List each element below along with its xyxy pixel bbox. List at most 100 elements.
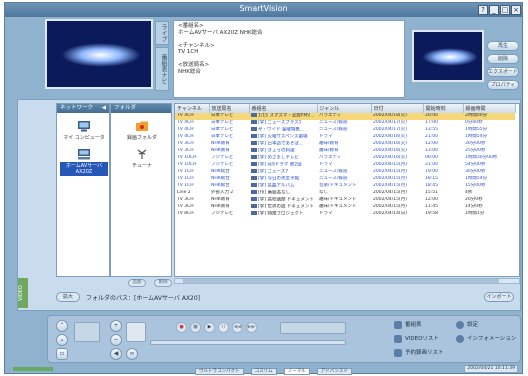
folder-item-tuner[interactable]: チューナ (118, 148, 166, 170)
menu-information[interactable]: インフォメーション (456, 334, 516, 343)
table-row[interactable]: TV 4CH 日本テレビ [字] 火曜サスペンス劇場 ドラマ 2002/04/16(火)… (175, 134, 515, 141)
table-cell: TV 3CH (177, 204, 194, 210)
volume-up-button[interactable]: + (110, 320, 122, 332)
thumbnail-icon (251, 190, 257, 194)
table-row[interactable]: TV 3CH NHK教育 [字] 日本語であそぼ… 趣味/教育 2002/04/16(火… (175, 141, 515, 148)
minimize-button[interactable]: _ (489, 5, 499, 15)
title-bar[interactable]: SmartVision ? _ □ × (5, 3, 522, 17)
table-cell: 0分00秒 (465, 120, 483, 126)
pause-button[interactable]: II (218, 322, 229, 333)
folder-item-recording[interactable]: 録画フォルダ (118, 120, 166, 142)
menu-label: 番組表 (405, 322, 422, 328)
close-button[interactable]: × (511, 5, 521, 15)
column-header-start-time[interactable]: 開始時刻 (423, 104, 464, 113)
table-cell: 1時間54分 (465, 176, 488, 182)
table-row[interactable]: TV 10CH フジテレビ [字] めざましテレビ バラエティ 2002/04/16(火… (175, 155, 515, 162)
table-row[interactable]: TV 4CH 日本テレビ [字] ニュースプラス1 ニュース/報道 2002/04/17… (175, 120, 515, 127)
remove-folder-button[interactable]: 削除 (154, 279, 173, 287)
mute-button[interactable]: ◀ (110, 348, 122, 360)
channel-down-button[interactable]: ⌄ (56, 334, 68, 346)
table-cell: 54分00秒 (465, 162, 486, 168)
column-header-date[interactable]: 日付 (371, 104, 424, 113)
table-cell: ザ・ワイド 金曜特集… (249, 127, 317, 134)
export-button[interactable]: エクスポート (487, 67, 519, 77)
table-row[interactable]: TV 4CH 日本テレビ ザ・ワイド 金曜特集… ニュース/報道 2002/04/17(… (175, 127, 515, 134)
folder-icon (136, 121, 148, 131)
program-title: [字] 今日の天気予報 (258, 176, 299, 182)
properties-button[interactable]: プロパティ (487, 80, 519, 90)
column-header-station[interactable]: 放送局名 (209, 104, 250, 113)
table-cell: [字] 月9ドラマ 第2話 (249, 162, 317, 169)
table-cell: 2002/04/16(火) (373, 155, 407, 161)
column-header-program[interactable]: 番組名 (249, 104, 318, 113)
add-folder-button[interactable]: 追加 (128, 279, 146, 287)
column-header-duration[interactable]: 録画時間 (463, 104, 516, 113)
table-cell: 1時間30分00秒 (465, 155, 498, 161)
table-row[interactable]: Line 2 外部入力 2 [Hi] 番組名なし なし 2002/04/15(月) 15:… (175, 190, 515, 197)
rewind-button[interactable]: ◀◀ (232, 322, 243, 333)
video-browser: VIDEO ネットワーク ◀ マイ コンピュータ ホームAVサーバ AX20Z … (17, 99, 521, 311)
table-cell: ドラマ (319, 211, 333, 217)
network-item-av-server[interactable]: ホームAVサーバ AX20Z (60, 148, 108, 176)
table-row[interactable]: TV 3CH NHK教育 [字] 世界の旅 ドキュメント 趣味/ドキュメント 2002/… (175, 204, 515, 211)
table-row[interactable]: TV 4CH 日本テレビ 1/15 スマスマ・全部FMV… バラエティ 2002/04/… (175, 113, 515, 120)
horizontal-scrollbar[interactable] (174, 278, 520, 284)
thumbnail-icon (251, 169, 257, 173)
input-button[interactable]: ▫ (56, 348, 68, 360)
table-cell: 20分0秒 (465, 197, 483, 203)
help-button[interactable]: ? (478, 5, 488, 15)
play-transport-button[interactable]: ▶ (204, 322, 215, 333)
maximize-button[interactable]: □ (500, 5, 510, 15)
folder-path: フォルダのパス：[ホームAVサーバ AX20] (86, 295, 201, 302)
volume-down-button[interactable]: − (110, 334, 122, 346)
play-button[interactable]: 再生 (487, 41, 519, 51)
channel-up-button[interactable]: ⌃ (56, 320, 68, 332)
table-row[interactable]: TV 1CH NHK総合 [字] 今日の天気予報 ニュース/報道 2002/04/15(… (175, 176, 515, 183)
tab-program-navi[interactable]: 番組表ナビ (155, 47, 169, 91)
computer-icon (78, 121, 90, 132)
table-cell: 1時間55分 (465, 127, 488, 133)
table-row[interactable]: TV 3CH NHK教育 [字] 高校講座 ドキュメント 趣味/ドキュメント 2002/… (175, 197, 515, 204)
tv-preview-main[interactable] (45, 19, 153, 89)
column-header-channel[interactable]: チャンネル (175, 104, 210, 113)
table-row[interactable]: TV 10CH フジテレビ [字] 月9ドラマ 第2話 ドラマ 2002/04/15(月… (175, 162, 515, 169)
table-cell: 13:55 (425, 127, 438, 133)
expand-button[interactable]: 拡大 (56, 292, 80, 302)
scrollbar-thumb[interactable] (183, 279, 499, 283)
table-cell: NHK教育 (211, 197, 230, 203)
table-row[interactable]: TV 8CH フジテレビ [字] 特捜プロジェクト ドラマ 2002/04/14(日) 1… (175, 211, 515, 218)
table-cell: 15分00秒 (465, 183, 486, 189)
tv-preview-thumbnail[interactable] (412, 30, 484, 82)
table-cell: 2002/04/15(月) (373, 169, 407, 175)
audio-button[interactable]: ∞ (126, 348, 138, 360)
menu-label: 予約録画リスト (405, 350, 444, 356)
table-cell: 日本テレビ (209, 113, 249, 120)
playback-progress-bar[interactable] (150, 340, 346, 345)
fast-forward-button[interactable]: ▶▶ (246, 322, 257, 333)
stop-button[interactable]: ■ (190, 322, 201, 333)
delete-button[interactable]: 削除 (487, 54, 519, 64)
thumbnail-icon (251, 120, 257, 124)
table-row[interactable]: TV 3CH NHK教育 [字] きょうの料理 趣味/教育 2002/04/16(火) 1… (175, 148, 515, 155)
collapse-icon[interactable]: ◀ (102, 104, 106, 113)
status-indicator (13, 367, 53, 371)
menu-video-list[interactable]: VIDEOリスト (394, 334, 439, 343)
menu-program-guide[interactable]: 番組表 (394, 320, 422, 329)
column-header-genre[interactable]: ジャンル (317, 104, 372, 113)
window-title: SmartVision (239, 4, 288, 13)
table-row[interactable]: TV 1CH NHK総合 [字] 名曲アルバム 音楽/ドキュメント 2002/04/15… (175, 183, 515, 190)
table-cell: [字] ニュースプラス1 (249, 120, 317, 127)
table-cell: 外部入力 2 (211, 190, 234, 196)
network-item-my-computer[interactable]: マイ コンピュータ (60, 120, 108, 142)
tab-live[interactable]: ライブ (155, 21, 169, 45)
record-button[interactable]: ● (176, 322, 187, 333)
menu-reservation-list[interactable]: 予約録画リスト (394, 348, 444, 357)
table-row[interactable]: TV 1CH NHK総合 [字] ニュース7 ニュース/報道 2002/04/15(月)… (175, 169, 515, 176)
table-cell: 25分00秒 (465, 148, 486, 154)
import-button[interactable]: インポート (484, 292, 514, 302)
table-cell: [字] 特捜プロジェクト (249, 211, 317, 218)
tab-video[interactable]: VIDEO (18, 278, 28, 308)
program-title: [字] 日本語であそぼ… (258, 141, 304, 147)
menu-label: インフォメーション (467, 336, 517, 342)
menu-settings[interactable]: 設定 (456, 320, 478, 329)
